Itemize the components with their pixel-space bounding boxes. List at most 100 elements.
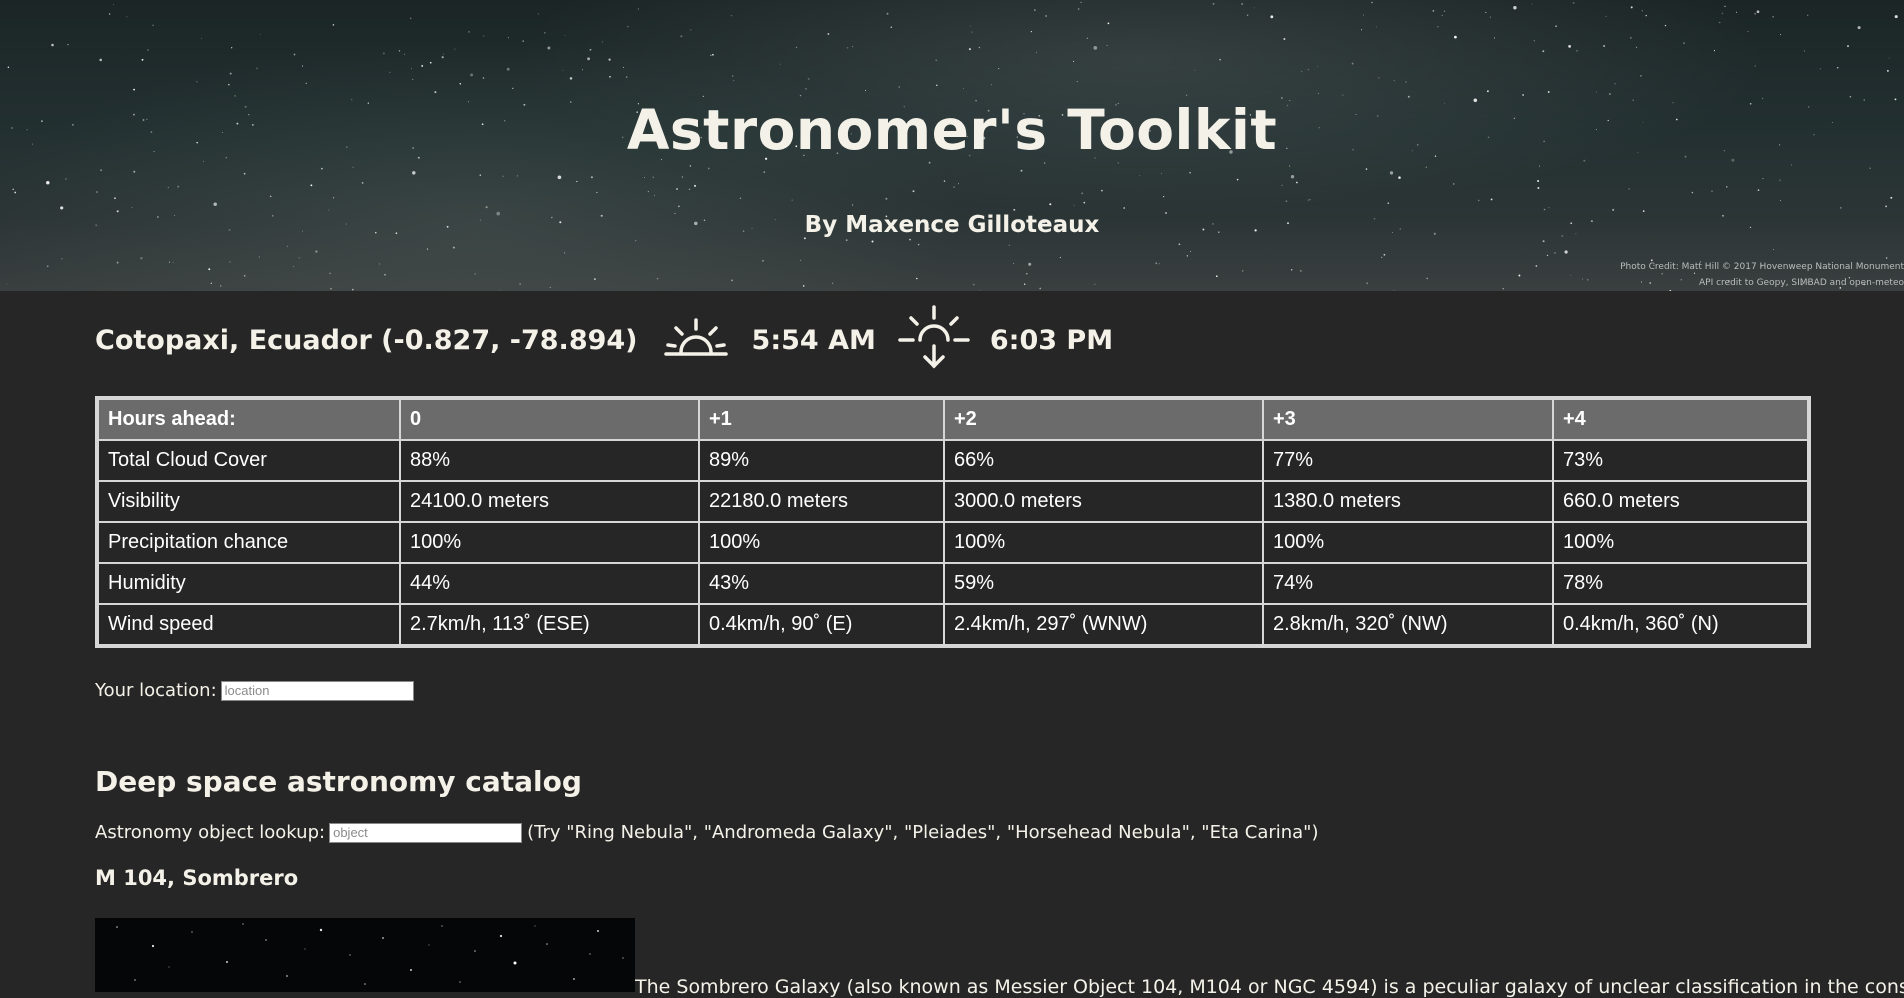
star: [547, 46, 551, 50]
star: [590, 176, 593, 179]
star: [141, 58, 144, 61]
star: [1554, 252, 1556, 254]
star: [1155, 262, 1158, 265]
row-label: Precipitation chance: [99, 523, 399, 562]
header-cell: +4: [1554, 400, 1807, 439]
star: [587, 57, 591, 61]
star: [1296, 181, 1298, 184]
star: [832, 282, 834, 284]
star: [1724, 5, 1726, 8]
star: [6, 283, 8, 285]
location-name: Cotopaxi, Ecuador (-0.827, -78.894): [95, 324, 638, 356]
star: [485, 206, 488, 209]
star: [409, 17, 412, 20]
star: [871, 240, 874, 243]
star: [1555, 25, 1557, 28]
star: [1780, 34, 1782, 36]
star: [576, 180, 578, 183]
star: [537, 13, 539, 15]
star: [1454, 35, 1457, 39]
star: [1537, 187, 1540, 189]
star: [978, 46, 981, 49]
star: [259, 33, 261, 35]
star: [763, 171, 766, 173]
star: [652, 176, 654, 178]
star: [429, 61, 432, 64]
star: [589, 49, 591, 50]
header-cell: +2: [945, 400, 1262, 439]
table-cell: 22180.0 meters: [700, 482, 943, 521]
star: [7, 66, 10, 68]
star: [1035, 51, 1038, 53]
table-row: Humidity 44% 43% 59% 74% 78%: [99, 564, 1807, 603]
star: [1721, 12, 1724, 15]
star: [1432, 10, 1435, 12]
star: [1711, 190, 1713, 193]
star: [1290, 175, 1295, 179]
star: [452, 246, 455, 249]
star: [1393, 290, 1395, 291]
star: [1628, 188, 1630, 190]
star: [544, 32, 546, 34]
star: [1518, 274, 1521, 277]
star: [731, 279, 733, 282]
star: [739, 197, 742, 199]
star: [886, 12, 889, 15]
star: [1378, 76, 1380, 79]
star: [1608, 93, 1611, 95]
star: [1012, 262, 1015, 265]
star: [46, 180, 50, 185]
star: [1107, 22, 1110, 25]
location-label: Your location:: [95, 680, 217, 701]
star: [67, 43, 69, 46]
table-cell: 100%: [1264, 523, 1552, 562]
star: [690, 29, 692, 31]
star: [398, 50, 401, 52]
star: [928, 161, 931, 164]
location-input[interactable]: [220, 680, 414, 701]
table-cell: 74%: [1264, 564, 1552, 603]
hero-banner: Astronomer's Toolkit By Maxence Gillotea…: [0, 0, 1904, 291]
star: [506, 67, 510, 71]
header-cell: Hours ahead:: [99, 400, 399, 439]
object-lookup-input[interactable]: [329, 822, 523, 843]
star: [1453, 183, 1455, 185]
star: [1190, 250, 1191, 252]
photo-credit: Photo Credit: Matt Hill © 2017 Hovenweep…: [1620, 262, 1904, 272]
star: [1630, 6, 1633, 9]
star: [1186, 255, 1188, 257]
star: [549, 286, 551, 288]
star: [256, 67, 258, 70]
star: [1317, 65, 1319, 67]
star: [1363, 14, 1364, 16]
star: [563, 252, 566, 254]
star: [562, 70, 564, 72]
star: [1587, 279, 1589, 281]
star: [1073, 60, 1075, 62]
star: [732, 75, 734, 77]
table-cell: 59%: [945, 564, 1262, 603]
star: [730, 14, 733, 17]
star: [1253, 7, 1255, 9]
star: [1080, 1, 1082, 3]
star: [99, 58, 102, 62]
star: [172, 261, 174, 264]
star: [990, 84, 992, 86]
star: [807, 77, 810, 80]
star: [243, 275, 246, 277]
star: [635, 240, 637, 242]
star: [865, 89, 867, 91]
star: [310, 184, 313, 187]
star: [963, 87, 964, 89]
star: [979, 289, 981, 291]
star: [1478, 199, 1480, 202]
star: [403, 53, 405, 55]
star: [1242, 270, 1244, 272]
star: [1683, 42, 1685, 45]
star: [1847, 45, 1849, 48]
star: [1387, 202, 1390, 205]
star: [1894, 15, 1898, 19]
star: [234, 95, 236, 97]
star: [845, 239, 848, 242]
star: [852, 204, 854, 206]
